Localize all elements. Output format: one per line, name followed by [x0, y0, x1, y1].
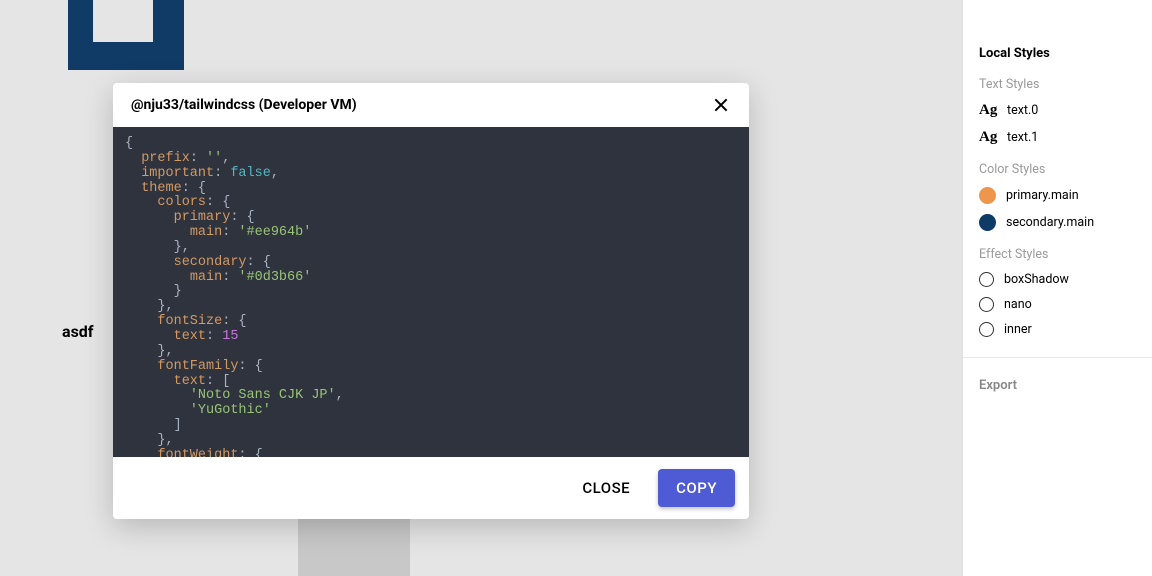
secondary-swatch-icon — [979, 214, 996, 231]
sidebar-divider — [963, 357, 1152, 358]
effect-styles-heading: Effect Styles — [979, 247, 1136, 262]
right-sidebar: Local Styles Text Styles Ag text.0 Ag te… — [962, 0, 1152, 576]
code-key-fontsize: fontSize — [157, 314, 222, 329]
plugin-modal: @nju33/tailwindcss (Developer VM) { pref… — [113, 83, 749, 519]
close-icon[interactable] — [711, 95, 731, 115]
code-key-text: text — [174, 329, 206, 344]
canvas-rectangle-shape[interactable] — [68, 0, 184, 70]
effect-icon — [979, 297, 994, 312]
effect-inner-label: inner — [1004, 322, 1032, 337]
code-val-primary-main: '#ee964b' — [238, 225, 311, 240]
close-button[interactable]: CLOSE — [564, 469, 648, 507]
code-val-secondary-main: '#0d3b66' — [238, 270, 311, 285]
code-val-important: false — [230, 166, 271, 181]
color-primary-label: primary.main — [1006, 188, 1079, 203]
text-style-0-label: text.0 — [1007, 103, 1038, 118]
code-key-main2: main — [190, 270, 222, 285]
text-style-0[interactable]: Ag text.0 — [979, 102, 1136, 119]
effect-icon — [979, 322, 994, 337]
effect-boxshadow[interactable]: boxShadow — [979, 272, 1136, 287]
code-key-main: main — [190, 225, 222, 240]
effect-nano-label: nano — [1004, 297, 1032, 312]
code-val-ff1: 'YuGothic' — [190, 403, 271, 418]
code-val-prefix: '' — [206, 151, 222, 166]
code-key-colors: colors — [157, 195, 206, 210]
modal-title: @nju33/tailwindcss (Developer VM) — [131, 97, 357, 113]
code-key-theme: theme — [141, 181, 182, 196]
local-styles-heading: Local Styles — [979, 46, 1136, 61]
modal-footer: CLOSE COPY — [113, 457, 749, 519]
code-key-fontfamily: fontFamily — [157, 359, 238, 374]
canvas-text-asdf[interactable]: asdf — [62, 322, 94, 341]
code-key-text2: text — [174, 374, 206, 389]
canvas-gray-block[interactable] — [298, 510, 410, 576]
color-style-primary[interactable]: primary.main — [979, 187, 1136, 204]
color-style-secondary[interactable]: secondary.main — [979, 214, 1136, 231]
primary-swatch-icon — [979, 187, 996, 204]
code-key-prefix: prefix — [141, 151, 190, 166]
text-style-1[interactable]: Ag text.1 — [979, 129, 1136, 146]
effect-icon — [979, 272, 994, 287]
code-val-fontsize-text: 15 — [222, 329, 238, 344]
ag-icon: Ag — [979, 129, 997, 146]
modal-header: @nju33/tailwindcss (Developer VM) — [113, 83, 749, 127]
effect-boxshadow-label: boxShadow — [1004, 272, 1069, 287]
code-key-fontweight: fontWeight — [157, 448, 238, 457]
code-key-primary: primary — [174, 210, 231, 225]
code-key-secondary: secondary — [174, 255, 247, 270]
export-section[interactable]: Export — [979, 378, 1136, 393]
color-secondary-label: secondary.main — [1006, 215, 1094, 230]
copy-button[interactable]: COPY — [658, 469, 735, 507]
code-val-ff0: 'Noto Sans CJK JP' — [190, 388, 336, 403]
code-key-important: important — [141, 166, 214, 181]
effect-nano[interactable]: nano — [979, 297, 1136, 312]
ag-icon: Ag — [979, 102, 997, 119]
color-styles-heading: Color Styles — [979, 162, 1136, 177]
effect-inner[interactable]: inner — [979, 322, 1136, 337]
code-block[interactable]: { prefix: '', important: false, theme: {… — [113, 127, 749, 457]
text-styles-heading: Text Styles — [979, 77, 1136, 92]
text-style-1-label: text.1 — [1007, 130, 1038, 145]
